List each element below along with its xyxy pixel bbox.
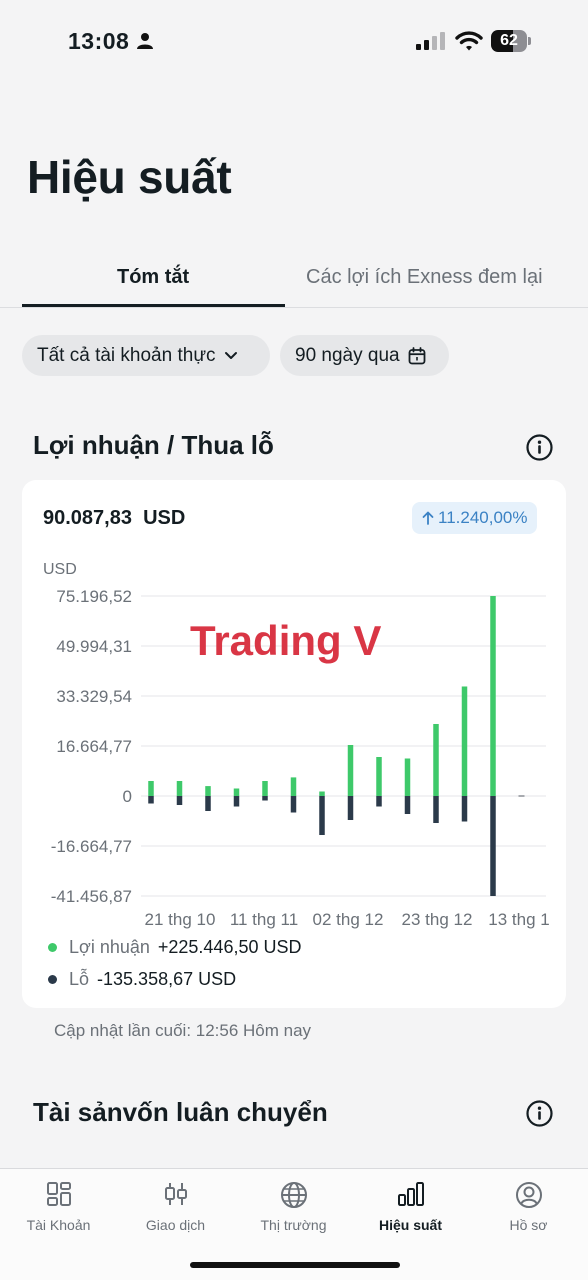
loss-bar <box>262 796 268 801</box>
profit-bar <box>404 758 411 796</box>
y-tick-label: 16.664,77 <box>56 737 132 756</box>
grid-icon <box>46 1182 71 1206</box>
profit-bar <box>490 596 496 796</box>
chevron-down-icon <box>224 351 237 359</box>
tabbar-markets[interactable]: Thị trường <box>235 1169 352 1249</box>
profit-bar <box>376 756 382 796</box>
tabbar-performance-label: Hiệu suất <box>378 1217 442 1233</box>
calendar-icon <box>408 346 425 364</box>
profit-bar <box>262 780 268 796</box>
legend-profit-dot <box>48 943 57 952</box>
loss-bar <box>376 796 382 807</box>
legend-loss-unit: USD <box>198 969 237 989</box>
candlestick-icon <box>164 1183 187 1205</box>
loss-bar <box>404 796 411 815</box>
period-filter-button[interactable]: 90 ngày qua <box>280 335 449 376</box>
globe-icon <box>280 1182 307 1208</box>
profit-bar <box>148 780 154 796</box>
battery-percent: 62 <box>500 32 518 49</box>
assets-info-icon[interactable] <box>526 1100 553 1127</box>
assets-section-title: Tài sảnvốn luân chuyển <box>33 1097 328 1127</box>
x-tick-label: 13 thg 1 <box>488 910 549 929</box>
loss-bar <box>148 796 154 804</box>
accounts-filter-label: Tất cả tài khoản thực <box>37 344 216 366</box>
tabbar-accounts-label: Tài Khoản <box>26 1217 91 1233</box>
x-tick-label: 11 thg 11 <box>230 910 298 929</box>
profit-bar <box>176 780 183 796</box>
home-indicator <box>190 1262 400 1268</box>
tabbar-profile-label: Hồ sơ <box>509 1217 548 1233</box>
last-updated-text: Cập nhật lần cuối: 12:56 Hôm nay <box>54 1021 312 1040</box>
pnl-card: 90.087,83 USD 11.240,00% USD 75.196,52 49.… <box>22 480 566 1008</box>
tab-exness-benefits[interactable]: Các lợi ích Exness đem lại <box>306 266 543 289</box>
tabbar-trade[interactable]: Giao dịch <box>117 1169 234 1249</box>
wifi-icon <box>455 31 483 51</box>
loss-bar <box>347 796 354 821</box>
tabbar-markets-label: Thị trường <box>260 1217 327 1233</box>
y-tick-label: -16.664,77 <box>51 837 132 856</box>
status-time: 13:08 <box>68 28 130 54</box>
y-tick-label: 75.196,52 <box>56 587 132 606</box>
loss-bar <box>233 796 240 807</box>
pnl-section-title: Lợi nhuận / Thua lỗ <box>33 430 274 460</box>
legend-loss-dot <box>48 975 57 984</box>
profit-bar <box>319 791 325 796</box>
active-tab-indicator <box>22 304 285 307</box>
loss-bar <box>319 796 325 836</box>
person-icon <box>137 33 153 49</box>
x-tick-label: 02 thg 12 <box>313 910 384 929</box>
tab-bar-top: Tóm tắt Các lợi ích Exness đem lại <box>0 250 588 308</box>
battery-indicator: 62 <box>491 30 531 52</box>
tabbar-profile[interactable]: Hồ sơ <box>470 1169 587 1249</box>
profit-bar <box>233 788 240 796</box>
loss-bar <box>176 796 183 806</box>
profile-icon <box>515 1182 542 1208</box>
legend-profit-unit: USD <box>263 937 302 957</box>
accounts-filter-dropdown[interactable]: Tất cả tài khoản thực <box>22 335 270 376</box>
y-tick-label: 49.994,31 <box>56 637 132 656</box>
legend-loss: Lỗ -135.358,67 USD <box>48 969 236 990</box>
tabbar-performance[interactable]: Hiệu suất <box>352 1169 469 1249</box>
y-tick-label: -41.456,87 <box>51 887 132 906</box>
y-tick-label: 33.329,54 <box>56 687 132 706</box>
profit-bar <box>461 686 468 796</box>
legend-profit: Lợi nhuận +225.446,50 USD <box>48 937 302 958</box>
y-tick-label: 0 <box>123 787 132 806</box>
profit-bar <box>205 786 211 796</box>
legend-loss-name: Lỗ <box>69 969 90 989</box>
period-filter-label: 90 ngày qua <box>295 344 400 366</box>
x-tick-label: 23 thg 12 <box>402 910 473 929</box>
legend-profit-value: +225.446,50 <box>157 937 259 957</box>
legend-profit-name: Lợi nhuận <box>69 937 150 957</box>
legend-loss-value: -135.358,67 <box>97 969 194 989</box>
loss-bar <box>290 796 297 813</box>
page-title: Hiệu suất <box>27 151 232 203</box>
loss-bar <box>490 796 496 896</box>
bar-chart-icon <box>397 1182 424 1206</box>
watermark-text: Trading V <box>190 617 381 664</box>
profit-bar <box>290 777 297 796</box>
profit-bar <box>433 723 439 796</box>
tab-summary[interactable]: Tóm tắt <box>117 266 189 289</box>
info-icon[interactable] <box>526 434 553 461</box>
tabbar-accounts[interactable]: Tài Khoản <box>0 1169 117 1249</box>
status-bar: 13:08 62 <box>0 0 588 80</box>
loss-bar <box>205 796 211 812</box>
x-tick-label: 21 thg 10 <box>145 910 216 929</box>
y-axis-unit: USD <box>43 561 77 578</box>
loss-bar <box>461 796 468 822</box>
loss-bar <box>433 796 439 824</box>
profit-bar <box>347 744 354 796</box>
pnl-bar-chart: USD 75.196,52 49.994,31 33.329,54 16.664,77 0… <box>43 561 550 929</box>
cellular-signal-icon <box>416 32 445 50</box>
tabbar-trade-label: Giao dịch <box>145 1217 206 1233</box>
